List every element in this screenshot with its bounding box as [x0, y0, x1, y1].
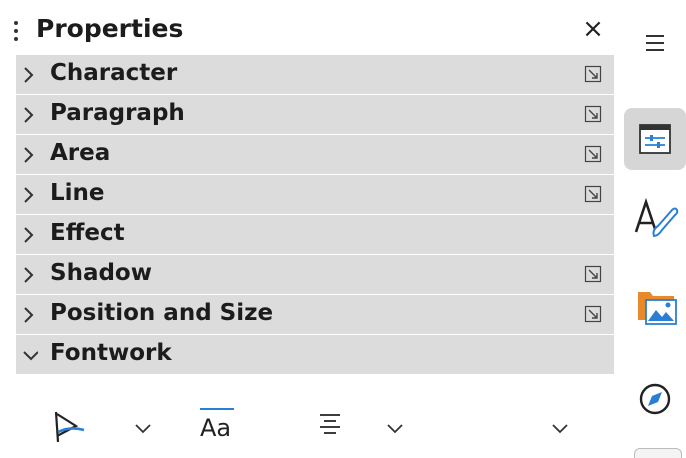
section-line[interactable]: Line: [16, 175, 614, 215]
shape-dropdown-chevron-icon[interactable]: [134, 422, 152, 434]
properties-panel: Properties × Character Paragraph Area Li…: [0, 0, 620, 458]
panel-title: Properties: [36, 14, 184, 43]
navigator-deck-button[interactable]: [624, 368, 686, 430]
chevron-down-icon: [23, 351, 38, 361]
more-options-icon[interactable]: [584, 305, 602, 323]
section-label: Fontwork: [50, 340, 172, 366]
chevron-right-icon: [24, 187, 34, 203]
properties-icon: [639, 124, 671, 154]
chevron-right-icon: [24, 267, 34, 283]
gallery-icon: [638, 292, 677, 325]
drag-handle-icon[interactable]: [13, 20, 19, 42]
fontwork-shape-icon[interactable]: [50, 410, 90, 444]
section-character[interactable]: Character: [16, 55, 614, 95]
more-options-icon[interactable]: [584, 265, 602, 283]
same-letter-heights-button[interactable]: Aa: [194, 402, 244, 448]
chevron-right-icon: [24, 227, 34, 243]
chevron-right-icon: [24, 107, 34, 123]
fontwork-toolbar: Aa: [16, 390, 614, 458]
section-label: Effect: [50, 220, 125, 246]
section-label: Character: [50, 60, 178, 86]
chevron-right-icon: [24, 147, 34, 163]
section-list: Character Paragraph Area Line Effect Sha…: [16, 55, 614, 375]
section-label: Area: [50, 140, 111, 166]
hamburger-icon[interactable]: [624, 14, 686, 72]
section-position-and-size[interactable]: Position and Size: [16, 295, 614, 335]
section-label: Paragraph: [50, 100, 185, 126]
chevron-right-icon: [24, 307, 34, 323]
more-options-icon[interactable]: [584, 185, 602, 203]
deck-scroll-edge: [634, 448, 682, 458]
section-shadow[interactable]: Shadow: [16, 255, 614, 295]
styles-icon: [634, 197, 679, 238]
section-area[interactable]: Area: [16, 135, 614, 175]
sidebar-deck-tabbar: [620, 0, 686, 458]
more-options-icon[interactable]: [584, 105, 602, 123]
alignment-dropdown-chevron-icon[interactable]: [386, 422, 404, 434]
more-options-icon[interactable]: [584, 65, 602, 83]
spacing-dropdown-chevron-icon[interactable]: [551, 422, 569, 434]
section-effect[interactable]: Effect: [16, 215, 614, 255]
gallery-deck-button[interactable]: [624, 272, 686, 334]
section-label: Shadow: [50, 260, 152, 286]
chevron-right-icon: [24, 67, 34, 83]
panel-title-bar: Properties ×: [0, 8, 615, 54]
navigator-icon: [639, 383, 671, 415]
align-center-icon[interactable]: [316, 412, 344, 438]
properties-deck-button[interactable]: [624, 108, 686, 170]
more-options-icon[interactable]: [584, 145, 602, 163]
styles-deck-button[interactable]: [624, 186, 686, 248]
same-letter-heights-label: Aa: [200, 414, 232, 442]
close-panel-button[interactable]: ×: [578, 12, 608, 46]
section-label: Line: [50, 180, 105, 206]
section-paragraph[interactable]: Paragraph: [16, 95, 614, 135]
section-label: Position and Size: [50, 300, 274, 326]
section-fontwork[interactable]: Fontwork: [16, 335, 614, 375]
